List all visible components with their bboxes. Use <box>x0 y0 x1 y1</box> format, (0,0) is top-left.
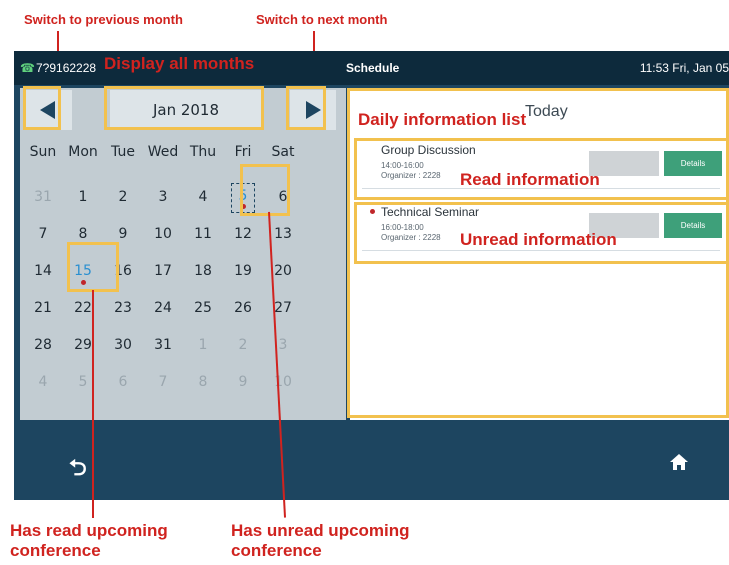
calendar-day[interactable]: 12 <box>223 224 263 244</box>
calendar-day[interactable]: 9 <box>103 224 143 244</box>
annotation-read-info: Read information <box>460 170 600 189</box>
status-time: 11:53 Fri, Jan 05 <box>639 61 729 75</box>
annotation-display-all: Display all months <box>104 54 255 73</box>
calendar-day[interactable]: 18 <box>183 261 223 281</box>
calendar-day[interactable]: 31 <box>23 187 63 207</box>
screen-title: Schedule <box>346 61 400 75</box>
calendar-day[interactable]: 2 <box>103 187 143 207</box>
calendar-day[interactable]: 3 <box>143 187 183 207</box>
weekday-header: Mon <box>68 144 98 160</box>
calendar-day[interactable]: 8 <box>63 224 103 244</box>
calendar-day[interactable]: 17 <box>143 261 183 281</box>
phone-icon: ☎ <box>20 61 35 75</box>
weekday-header: Wed <box>147 144 179 160</box>
home-icon[interactable] <box>669 453 689 475</box>
weekday-header: Thu <box>189 144 217 160</box>
calendar-day[interactable]: 1 <box>63 187 103 207</box>
calendar-day[interactable]: 26 <box>223 298 263 318</box>
annotation-read-conference: Has read upcoming <box>10 521 168 540</box>
calendar-day[interactable]: 10 <box>263 372 303 392</box>
calendar-day[interactable]: 31 <box>143 335 183 355</box>
calendar-day[interactable]: 14 <box>23 261 63 281</box>
annotation-line <box>92 290 94 518</box>
highlight-read-event <box>354 138 729 200</box>
weekday-header: Sat <box>271 144 295 160</box>
calendar-day[interactable]: 3 <box>263 335 303 355</box>
calendar-day[interactable]: 21 <box>23 298 63 318</box>
calendar-day[interactable]: 29 <box>63 335 103 355</box>
calendar-day[interactable]: 24 <box>143 298 183 318</box>
calendar-day[interactable]: 2 <box>223 335 263 355</box>
calendar-day[interactable]: 6 <box>103 372 143 392</box>
annotation-prev-month: Switch to previous month <box>24 12 183 27</box>
calendar-day[interactable]: 22 <box>63 298 103 318</box>
annotation-unread-conference-line2: conference <box>231 541 322 560</box>
calendar-day[interactable]: 4 <box>183 187 223 207</box>
calendar-day[interactable]: 1 <box>183 335 223 355</box>
calendar-day[interactable]: 23 <box>103 298 143 318</box>
annotation-next-month: Switch to next month <box>256 12 388 27</box>
annotation-read-conference-line2: conference <box>10 541 101 560</box>
highlight-prev-button <box>23 86 61 130</box>
highlight-next-button <box>286 86 326 130</box>
calendar-day[interactable]: 27 <box>263 298 303 318</box>
calendar-day[interactable]: 28 <box>23 335 63 355</box>
weekday-header: Tue <box>111 144 135 160</box>
calendar-day[interactable]: 7 <box>23 224 63 244</box>
calendar-day[interactable]: 19 <box>223 261 263 281</box>
highlight-month-button <box>104 86 264 130</box>
back-icon[interactable]: ⮌ <box>69 451 87 489</box>
calendar-day[interactable]: 8 <box>183 372 223 392</box>
account-number: 7?9162228 <box>36 61 97 75</box>
calendar-day[interactable]: 20 <box>263 261 303 281</box>
annotation-daily-list: Daily information list <box>358 110 527 129</box>
calendar-day[interactable]: 25 <box>183 298 223 318</box>
annotation-unread-conference: Has unread upcoming <box>231 521 410 540</box>
calendar-day[interactable]: 7 <box>143 372 183 392</box>
calendar-day[interactable]: 4 <box>23 372 63 392</box>
weekday-header: Sun <box>29 144 57 160</box>
calendar-day[interactable]: 30 <box>103 335 143 355</box>
calendar-day[interactable]: 11 <box>183 224 223 244</box>
annotation-unread-info: Unread information <box>460 230 617 249</box>
calendar-day[interactable]: 9 <box>223 372 263 392</box>
highlight-day-5 <box>240 164 290 216</box>
calendar-day[interactable]: 10 <box>143 224 183 244</box>
bottom-bar: ⮌ <box>14 423 729 500</box>
highlight-day-15 <box>67 242 119 292</box>
weekday-header: Fri <box>234 144 252 160</box>
calendar-day[interactable]: 5 <box>63 372 103 392</box>
